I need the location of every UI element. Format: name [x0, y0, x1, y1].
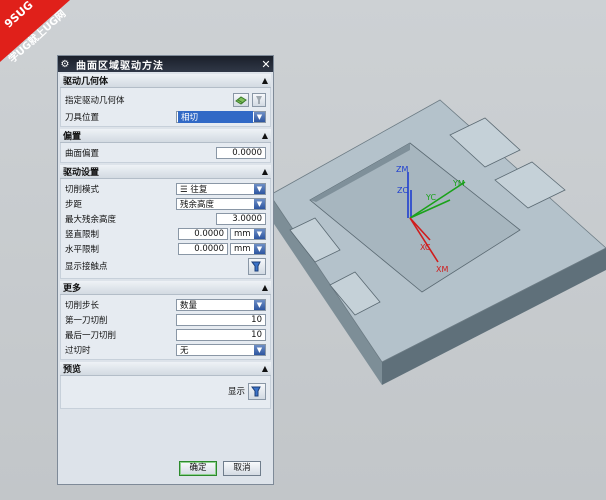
graphics-viewport[interactable]: ZM ZC YC YM XC XM 9SUG 学UG就上UG网 ⚙ 曲面区域驱动… — [0, 0, 606, 500]
part-model[interactable]: ZM ZC YC YM XC XM — [270, 40, 606, 400]
vertical-limit-unit-select[interactable]: mm ▼ — [230, 227, 266, 240]
dropdown-arrow-icon[interactable]: ▼ — [254, 183, 265, 194]
surface-offset-label: 曲面偏置 — [65, 148, 100, 159]
preview-display-label: 显示 — [227, 387, 245, 397]
section-offset[interactable]: 偏置 ▲ — [60, 129, 271, 143]
section-header-drive-geometry: 驱动几何体 — [63, 77, 109, 87]
show-contact-label: 显示接触点 — [65, 262, 108, 272]
vertical-limit-unit: mm — [234, 228, 251, 239]
chevron-up-icon[interactable]: ▲ — [259, 364, 271, 373]
cut-step-label: 切削步长 — [65, 300, 100, 311]
dropdown-arrow-icon[interactable]: ▼ — [254, 243, 265, 254]
tool-position-select[interactable]: 相切 ▼ — [176, 110, 266, 123]
dropdown-arrow-icon[interactable]: ▼ — [254, 344, 265, 355]
chevron-up-icon[interactable]: ▲ — [259, 283, 271, 292]
axis-label-zc: ZC — [397, 186, 408, 195]
dropdown-arrow-icon[interactable]: ▼ — [254, 228, 265, 239]
overcut-label: 过切时 — [65, 345, 91, 356]
first-cut-input[interactable]: 10 — [176, 313, 266, 326]
cut-pattern-select[interactable]: ☰ 往复 ▼ — [176, 182, 266, 195]
stepover-label: 步距 — [65, 199, 83, 210]
max-scallop-label: 最大残余高度 — [65, 214, 117, 225]
surface-offset-input[interactable]: 0.0000 — [216, 146, 266, 159]
vertical-limit-input[interactable]: 0.0000 — [178, 227, 228, 240]
dialog-titlebar[interactable]: ⚙ 曲面区域驱动方法 ✕ — [58, 56, 273, 72]
section-more[interactable]: 更多 ▲ — [60, 281, 271, 295]
horizontal-limit-input[interactable]: 0.0000 — [178, 242, 228, 255]
last-cut-input[interactable]: 10 — [176, 328, 266, 341]
chevron-up-icon[interactable]: ▲ — [259, 131, 271, 140]
surface-select-icon — [235, 95, 247, 105]
first-cut-label: 第一刀切削 — [65, 315, 108, 326]
section-header-more: 更多 — [63, 284, 82, 294]
max-scallop-input[interactable]: 3.0000 — [216, 212, 266, 225]
axis-label-yc: YC — [425, 193, 436, 202]
axis-label-zm: ZM — [396, 165, 408, 174]
vertical-limit-label: 竖直限制 — [65, 229, 100, 240]
chevron-up-icon[interactable]: ▲ — [259, 76, 271, 85]
cut-step-select[interactable]: 数量 ▼ — [176, 298, 266, 311]
gear-icon[interactable]: ⚙ — [58, 59, 72, 70]
watermark-badge: 9SUG 学UG就上UG网 — [0, 0, 70, 65]
axis-label-xm: XM — [436, 265, 448, 274]
axis-label-ym: YM — [452, 179, 465, 188]
section-drive-geometry[interactable]: 驱动几何体 ▲ — [60, 74, 271, 88]
overcut-value: 无 — [180, 345, 189, 356]
cancel-button[interactable]: 取消 — [223, 461, 261, 476]
last-cut-label: 最后一刀切削 — [65, 330, 117, 341]
section-drive-settings[interactable]: 驱动设置 ▲ — [60, 165, 271, 179]
show-contact-button[interactable] — [248, 257, 266, 275]
cut-pattern-label: 切削模式 — [65, 184, 100, 195]
dialog-footer: 确定 取消 — [58, 461, 273, 476]
axis-label-xc: XC — [420, 243, 431, 252]
chevron-up-icon[interactable]: ▲ — [259, 167, 271, 176]
horizontal-limit-unit-select[interactable]: mm ▼ — [230, 242, 266, 255]
horizontal-limit-unit: mm — [234, 243, 251, 254]
section-header-offset: 偏置 — [63, 132, 82, 142]
flashlight-icon — [251, 386, 261, 397]
flashlight-icon — [251, 261, 261, 272]
dropdown-arrow-icon[interactable]: ▼ — [254, 198, 265, 209]
preview-display-button[interactable] — [248, 382, 266, 400]
section-preview[interactable]: 预览 ▲ — [60, 362, 271, 376]
close-icon[interactable]: ✕ — [259, 58, 273, 71]
cut-step-value: 数量 — [180, 300, 198, 311]
overcut-select[interactable]: 无 ▼ — [176, 343, 266, 356]
section-header-preview: 预览 — [63, 365, 82, 375]
horizontal-limit-label: 水平限制 — [65, 244, 100, 255]
cut-pattern-value: 往复 — [190, 184, 208, 195]
specify-geometry-label: 指定驱动几何体 — [65, 95, 125, 106]
zigzag-icon: ☰ — [180, 184, 191, 195]
display-geometry-button[interactable] — [252, 92, 266, 107]
flashlight-icon — [256, 95, 262, 104]
ok-button[interactable]: 确定 — [179, 461, 217, 476]
section-header-drive-settings: 驱动设置 — [63, 168, 100, 178]
stepover-value: 残余高度 — [180, 199, 215, 210]
stepover-select[interactable]: 残余高度 ▼ — [176, 197, 266, 210]
dropdown-arrow-icon[interactable]: ▼ — [254, 111, 265, 122]
tool-position-value: 相切 — [178, 110, 253, 123]
select-surface-button[interactable] — [233, 92, 249, 107]
dropdown-arrow-icon[interactable]: ▼ — [254, 299, 265, 310]
surface-area-drive-dialog: ⚙ 曲面区域驱动方法 ✕ 驱动几何体 ▲ 指定驱动几何体 刀具位置 相切 ▼ 偏… — [57, 55, 274, 485]
dialog-title: 曲面区域驱动方法 — [76, 60, 164, 72]
tool-position-label: 刀具位置 — [65, 112, 100, 123]
